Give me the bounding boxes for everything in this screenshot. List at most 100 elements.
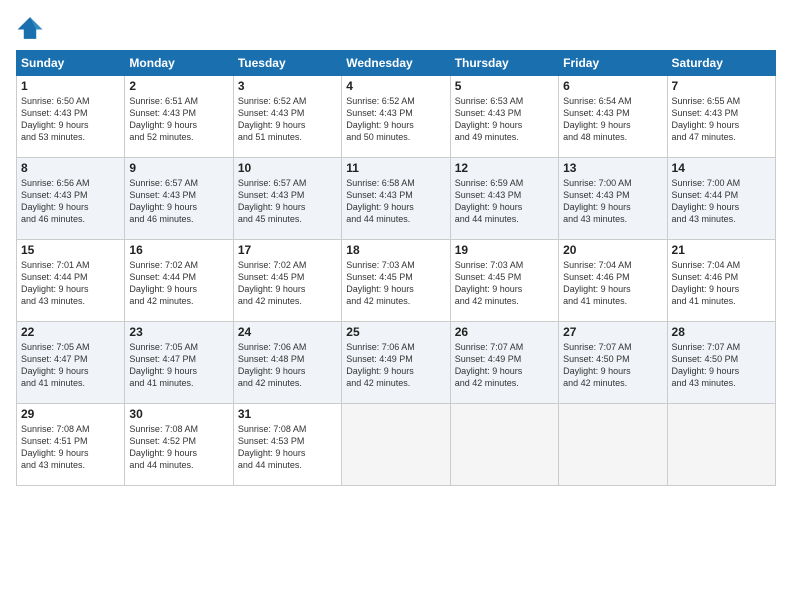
cell-info: Sunrise: 7:06 AMSunset: 4:48 PMDaylight:…: [238, 341, 337, 390]
day-number: 29: [21, 407, 120, 421]
day-number: 24: [238, 325, 337, 339]
day-number: 19: [455, 243, 554, 257]
cell-info: Sunrise: 6:54 AMSunset: 4:43 PMDaylight:…: [563, 95, 662, 144]
cell-info: Sunrise: 6:51 AMSunset: 4:43 PMDaylight:…: [129, 95, 228, 144]
calendar-cell: 31Sunrise: 7:08 AMSunset: 4:53 PMDayligh…: [233, 404, 341, 486]
calendar-cell: 1 Sunrise: 6:50 AMSunset: 4:43 PMDaylight…: [17, 76, 125, 158]
calendar-cell: 22Sunrise: 7:05 AMSunset: 4:47 PMDayligh…: [17, 322, 125, 404]
calendar-cell: 30 Sunrise: 7:08 AMSunset: 4:52 PMDayligh…: [125, 404, 233, 486]
calendar-cell: [450, 404, 558, 486]
day-number: 26: [455, 325, 554, 339]
calendar-cell: [559, 404, 667, 486]
day-number: 13: [563, 161, 662, 175]
day-number: 1: [21, 79, 120, 93]
weekday-header: Thursday: [450, 51, 558, 76]
day-number: 2: [129, 79, 228, 93]
weekday-header: Monday: [125, 51, 233, 76]
cell-info: Sunrise: 6:50 AMSunset: 4:43 PMDaylight:…: [21, 95, 120, 144]
cell-info: Sunrise: 7:04 AMSunset: 4:46 PMDaylight:…: [672, 259, 771, 308]
cell-info: Sunrise: 7:03 AMSunset: 4:45 PMDaylight:…: [346, 259, 445, 308]
cell-info: Sunrise: 7:02 AMSunset: 4:44 PMDaylight:…: [129, 259, 228, 308]
cell-info: Sunrise: 7:03 AMSunset: 4:45 PMDaylight:…: [455, 259, 554, 308]
day-number: 7: [672, 79, 771, 93]
logo: [16, 14, 48, 42]
day-number: 22: [21, 325, 120, 339]
cell-info: Sunrise: 7:07 AMSunset: 4:50 PMDaylight:…: [672, 341, 771, 390]
calendar-page: SundayMondayTuesdayWednesdayThursdayFrid…: [0, 0, 792, 612]
day-number: 28: [672, 325, 771, 339]
day-number: 27: [563, 325, 662, 339]
calendar-cell: 8 Sunrise: 6:56 AMSunset: 4:43 PMDaylight…: [17, 158, 125, 240]
day-number: 21: [672, 243, 771, 257]
cell-info: Sunrise: 6:57 AMSunset: 4:43 PMDaylight:…: [129, 177, 228, 226]
calendar-cell: 27 Sunrise: 7:07 AMSunset: 4:50 PMDayligh…: [559, 322, 667, 404]
cell-info: Sunrise: 7:00 AMSunset: 4:43 PMDaylight:…: [563, 177, 662, 226]
calendar-cell: 25Sunrise: 7:06 AMSunset: 4:49 PMDayligh…: [342, 322, 450, 404]
cell-info: Sunrise: 7:05 AMSunset: 4:47 PMDaylight:…: [129, 341, 228, 390]
day-number: 23: [129, 325, 228, 339]
day-number: 14: [672, 161, 771, 175]
calendar-cell: 9 Sunrise: 6:57 AMSunset: 4:43 PMDaylight…: [125, 158, 233, 240]
cell-info: Sunrise: 7:08 AMSunset: 4:52 PMDaylight:…: [129, 423, 228, 472]
calendar-table: SundayMondayTuesdayWednesdayThursdayFrid…: [16, 50, 776, 486]
day-number: 15: [21, 243, 120, 257]
calendar-cell: 19 Sunrise: 7:03 AMSunset: 4:45 PMDayligh…: [450, 240, 558, 322]
calendar-cell: 20Sunrise: 7:04 AMSunset: 4:46 PMDayligh…: [559, 240, 667, 322]
weekday-header: Friday: [559, 51, 667, 76]
cell-info: Sunrise: 7:06 AMSunset: 4:49 PMDaylight:…: [346, 341, 445, 390]
cell-info: Sunrise: 6:59 AMSunset: 4:43 PMDaylight:…: [455, 177, 554, 226]
calendar-cell: 12 Sunrise: 6:59 AMSunset: 4:43 PMDayligh…: [450, 158, 558, 240]
calendar-cell: 21 Sunrise: 7:04 AMSunset: 4:46 PMDayligh…: [667, 240, 775, 322]
calendar-cell: 16 Sunrise: 7:02 AMSunset: 4:44 PMDayligh…: [125, 240, 233, 322]
cell-info: Sunrise: 7:07 AMSunset: 4:49 PMDaylight:…: [455, 341, 554, 390]
cell-info: Sunrise: 6:52 AMSunset: 4:43 PMDaylight:…: [346, 95, 445, 144]
calendar-cell: 2 Sunrise: 6:51 AMSunset: 4:43 PMDaylight…: [125, 76, 233, 158]
day-number: 30: [129, 407, 228, 421]
calendar-cell: [667, 404, 775, 486]
cell-info: Sunrise: 7:02 AMSunset: 4:45 PMDaylight:…: [238, 259, 337, 308]
cell-info: Sunrise: 6:56 AMSunset: 4:43 PMDaylight:…: [21, 177, 120, 226]
weekday-header: Saturday: [667, 51, 775, 76]
weekday-header: Tuesday: [233, 51, 341, 76]
cell-info: Sunrise: 7:00 AMSunset: 4:44 PMDaylight:…: [672, 177, 771, 226]
cell-info: Sunrise: 6:58 AMSunset: 4:43 PMDaylight:…: [346, 177, 445, 226]
calendar-cell: 18 Sunrise: 7:03 AMSunset: 4:45 PMDayligh…: [342, 240, 450, 322]
calendar-cell: 29 Sunrise: 7:08 AMSunset: 4:51 PMDayligh…: [17, 404, 125, 486]
day-number: 18: [346, 243, 445, 257]
cell-info: Sunrise: 7:07 AMSunset: 4:50 PMDaylight:…: [563, 341, 662, 390]
header: [16, 14, 776, 42]
day-number: 17: [238, 243, 337, 257]
logo-icon: [16, 14, 44, 42]
calendar-cell: 11Sunrise: 6:58 AMSunset: 4:43 PMDayligh…: [342, 158, 450, 240]
calendar-week-row: 22 Sunrise: 7:05 AMSunset: 4:47 PMDayligh…: [17, 322, 776, 404]
cell-info: Sunrise: 6:57 AMSunset: 4:43 PMDaylight:…: [238, 177, 337, 226]
day-number: 5: [455, 79, 554, 93]
day-number: 8: [21, 161, 120, 175]
day-number: 3: [238, 79, 337, 93]
calendar-cell: 23 Sunrise: 7:05 AMSunset: 4:47 PMDayligh…: [125, 322, 233, 404]
day-number: 9: [129, 161, 228, 175]
cell-info: Sunrise: 6:55 AMSunset: 4:43 PMDaylight:…: [672, 95, 771, 144]
calendar-cell: 3 Sunrise: 6:52 AMSunset: 4:43 PMDaylight…: [233, 76, 341, 158]
day-number: 16: [129, 243, 228, 257]
calendar-week-row: 15 Sunrise: 7:01 AMSunset: 4:44 PMDayligh…: [17, 240, 776, 322]
calendar-cell: 15 Sunrise: 7:01 AMSunset: 4:44 PMDayligh…: [17, 240, 125, 322]
calendar-cell: 7 Sunrise: 6:55 AMSunset: 4:43 PMDaylight…: [667, 76, 775, 158]
day-number: 4: [346, 79, 445, 93]
cell-info: Sunrise: 7:08 AMSunset: 4:51 PMDaylight:…: [21, 423, 120, 472]
calendar-cell: [342, 404, 450, 486]
cell-info: Sunrise: 7:08 AMSunset: 4:53 PMDaylight:…: [238, 423, 337, 472]
calendar-cell: 4 Sunrise: 6:52 AMSunset: 4:43 PMDaylight…: [342, 76, 450, 158]
cell-info: Sunrise: 6:53 AMSunset: 4:43 PMDaylight:…: [455, 95, 554, 144]
calendar-cell: 26 Sunrise: 7:07 AMSunset: 4:49 PMDayligh…: [450, 322, 558, 404]
cell-info: Sunrise: 7:01 AMSunset: 4:44 PMDaylight:…: [21, 259, 120, 308]
cell-info: Sunrise: 7:04 AMSunset: 4:46 PMDaylight:…: [563, 259, 662, 308]
weekday-header: Wednesday: [342, 51, 450, 76]
weekday-header: Sunday: [17, 51, 125, 76]
cell-info: Sunrise: 6:52 AMSunset: 4:43 PMDaylight:…: [238, 95, 337, 144]
calendar-cell: 5 Sunrise: 6:53 AMSunset: 4:43 PMDaylight…: [450, 76, 558, 158]
calendar-cell: 10Sunrise: 6:57 AMSunset: 4:43 PMDayligh…: [233, 158, 341, 240]
calendar-week-row: 8 Sunrise: 6:56 AMSunset: 4:43 PMDaylight…: [17, 158, 776, 240]
calendar-week-row: 1 Sunrise: 6:50 AMSunset: 4:43 PMDaylight…: [17, 76, 776, 158]
day-number: 12: [455, 161, 554, 175]
